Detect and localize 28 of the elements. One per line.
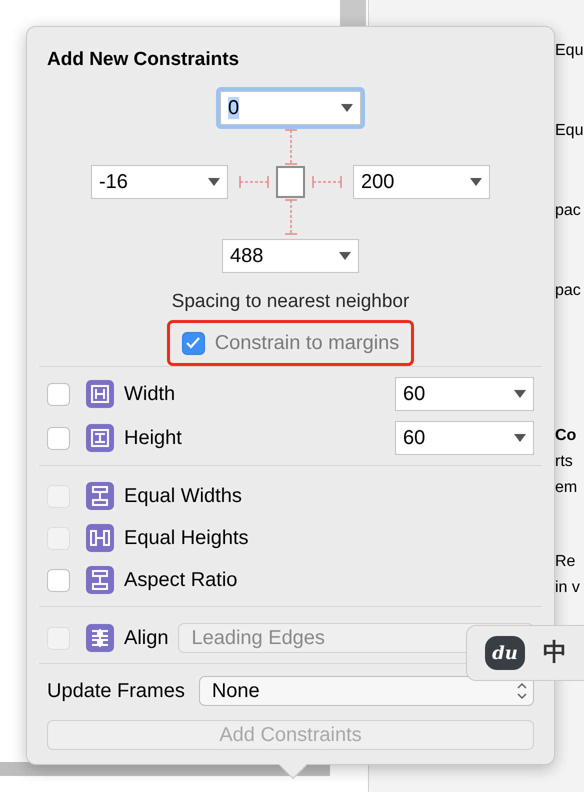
row-label: Update Frames — [47, 679, 185, 703]
panel-text: Equ — [555, 41, 584, 61]
input-mode-label[interactable]: 中 — [543, 635, 567, 671]
spacing-caption: Spacing to nearest neighbor — [172, 290, 410, 314]
panel-text: Co — [555, 426, 578, 446]
ime-logo[interactable]: du — [485, 636, 525, 670]
row-label: Width — [124, 382, 176, 406]
panel-text: pac — [555, 201, 582, 221]
panel-text: rts — [555, 452, 574, 472]
panel-text: Equ — [555, 121, 584, 141]
spacing-field[interactable]: 488 — [222, 239, 359, 273]
popover-title: Add New Constraints — [47, 48, 240, 72]
checkbox-label: Constrain to margins — [214, 331, 400, 355]
row-label: Align — [124, 626, 168, 650]
panel-text: in v — [555, 578, 581, 598]
panel-text: Re — [555, 552, 576, 572]
spacing-field[interactable]: -16 — [91, 165, 228, 199]
value-field[interactable]: 60 — [395, 421, 534, 455]
row-label: Aspect Ratio — [124, 568, 238, 593]
spacing-field[interactable]: 200 — [353, 165, 490, 199]
row-label: Equal Widths — [124, 484, 242, 509]
row-label: Equal Heights — [124, 526, 249, 551]
row-label: Height — [124, 426, 183, 450]
panel-text: pac — [555, 281, 582, 301]
spacing-field[interactable]: 0 — [220, 91, 361, 125]
update-frames-popup[interactable]: None — [198, 676, 534, 706]
value-field[interactable]: 60 — [395, 377, 534, 411]
panel-text: em — [555, 478, 578, 498]
